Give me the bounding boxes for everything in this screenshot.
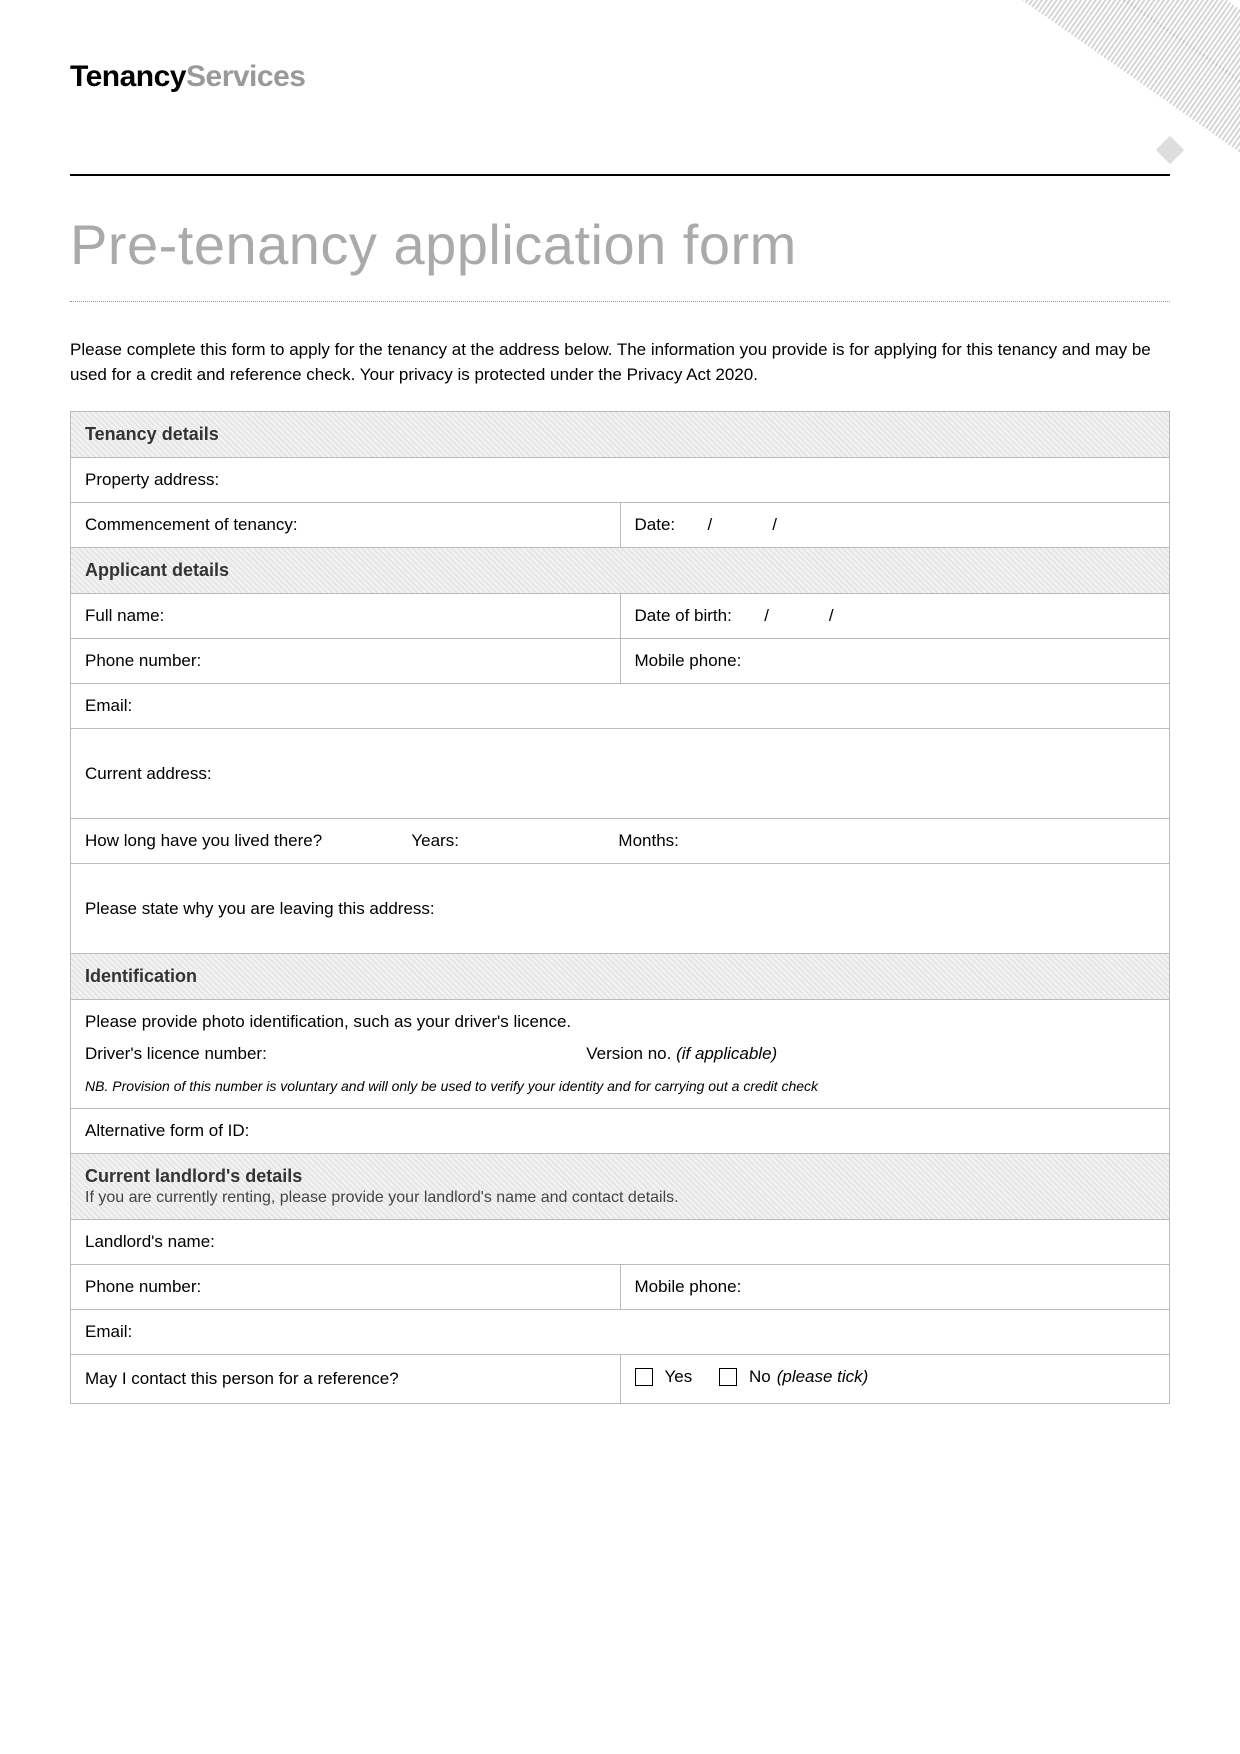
label-months: Months: <box>618 831 678 850</box>
label-if-applicable: (if applicable) <box>676 1044 777 1063</box>
nb-cell: NB. Provision of this number is voluntar… <box>71 1076 1170 1109</box>
section-applicant-details: Applicant details <box>71 548 1170 594</box>
how-long-cell[interactable]: How long have you lived there? Years: Mo… <box>71 819 1170 864</box>
landlord-name-cell[interactable]: Landlord's name: <box>71 1220 1170 1265</box>
date-slash: / <box>801 606 861 626</box>
label-property-address: Property address: <box>85 470 219 489</box>
label-years: Years: <box>411 831 459 850</box>
label-nb: NB. Provision of this number is voluntar… <box>85 1078 818 1094</box>
label-phone: Phone number: <box>85 651 201 670</box>
label-full-name: Full name: <box>85 606 164 625</box>
alt-id-cell[interactable]: Alternative form of ID: <box>71 1109 1170 1154</box>
leaving-reason-cell[interactable]: Please state why you are leaving this ad… <box>71 864 1170 954</box>
landlord-email-cell[interactable]: Email: <box>71 1310 1170 1355</box>
drivers-licence-cell[interactable]: Driver's licence number: Version no. (if… <box>71 1044 1170 1076</box>
section-tenancy-details: Tenancy details <box>71 412 1170 458</box>
section-current-landlord: Current landlord's details If you are cu… <box>71 1154 1170 1220</box>
landlord-phone-cell[interactable]: Phone number: <box>71 1265 621 1310</box>
logo-part2: Services <box>186 60 305 93</box>
label-current-landlord-sub: If you are currently renting, please pro… <box>85 1189 1155 1207</box>
checkbox-yes[interactable] <box>635 1368 653 1386</box>
label-phone: Phone number: <box>85 1277 201 1296</box>
may-contact-cell: May I contact this person for a referenc… <box>71 1355 621 1404</box>
date-slash: / <box>745 515 805 535</box>
yes-no-cell: Yes No (please tick) <box>620 1355 1170 1404</box>
intro-text: Please complete this form to apply for t… <box>70 338 1170 387</box>
phone-cell[interactable]: Phone number: <box>71 639 621 684</box>
date-slash: / <box>737 606 797 626</box>
label-current-address: Current address: <box>85 764 212 783</box>
label-current-landlord: Current landlord's details <box>85 1166 302 1186</box>
label-landlord-name: Landlord's name: <box>85 1232 215 1251</box>
checkbox-no[interactable] <box>719 1368 737 1386</box>
label-how-long: How long have you lived there? <box>85 831 322 850</box>
label-mobile: Mobile phone: <box>635 1277 742 1296</box>
photo-id-prompt-cell: Please provide photo identification, suc… <box>71 1000 1170 1045</box>
page-title: Pre-tenancy application form <box>70 212 1170 277</box>
label-alt-id: Alternative form of ID: <box>85 1121 249 1140</box>
label-email: Email: <box>85 696 132 715</box>
landlord-mobile-cell[interactable]: Mobile phone: <box>620 1265 1170 1310</box>
decorative-corner <box>980 0 1240 200</box>
dob-cell[interactable]: Date of birth: / / <box>620 594 1170 639</box>
label-leaving: Please state why you are leaving this ad… <box>85 899 435 918</box>
label-mobile: Mobile phone: <box>635 651 742 670</box>
logo-part1: Tenancy <box>70 60 186 93</box>
date-slash: / <box>680 515 740 535</box>
email-cell[interactable]: Email: <box>71 684 1170 729</box>
label-commencement: Commencement of tenancy: <box>85 515 298 534</box>
label-dob: Date of birth: <box>635 606 732 625</box>
current-address-cell[interactable]: Current address: <box>71 729 1170 819</box>
label-date: Date: <box>635 515 676 534</box>
label-please-tick: (please tick) <box>777 1367 869 1387</box>
section-identification: Identification <box>71 954 1170 1000</box>
application-form-table: Tenancy details Property address: Commen… <box>70 411 1170 1404</box>
label-email: Email: <box>85 1322 132 1341</box>
label-no: No <box>749 1367 771 1387</box>
label-yes: Yes <box>665 1367 693 1387</box>
divider-dotted <box>70 301 1170 302</box>
label-photo-id: Please provide photo identification, suc… <box>85 1012 571 1031</box>
commencement-cell[interactable]: Commencement of tenancy: <box>71 503 621 548</box>
property-address-row[interactable]: Property address: <box>71 458 1170 503</box>
label-may-contact: May I contact this person for a referenc… <box>85 1369 399 1388</box>
full-name-cell[interactable]: Full name: <box>71 594 621 639</box>
mobile-cell[interactable]: Mobile phone: <box>620 639 1170 684</box>
label-dl-number: Driver's licence number: <box>85 1044 267 1063</box>
label-version-no: Version no. <box>586 1044 671 1063</box>
commencement-date-cell[interactable]: Date: / / <box>620 503 1170 548</box>
